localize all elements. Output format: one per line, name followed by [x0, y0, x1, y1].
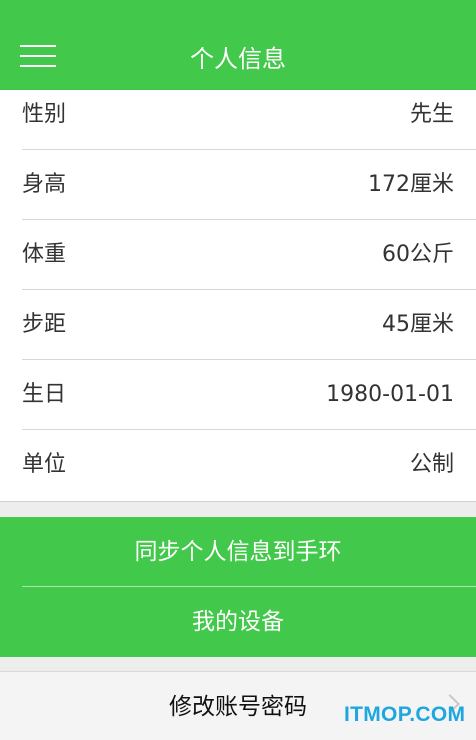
personal-info-list: 性别 先生 身高 172厘米 体重 60公斤 步距 45厘米 生日 1980-0…: [0, 90, 476, 501]
info-row-gender[interactable]: 性别 先生: [0, 90, 476, 150]
info-row-weight[interactable]: 体重 60公斤: [0, 220, 476, 290]
info-row-unit[interactable]: 单位 公制: [0, 430, 476, 500]
page-title: 个人信息: [190, 45, 286, 73]
info-row-value: 1980-01-01: [326, 382, 454, 407]
info-row-label: 身高: [22, 172, 67, 197]
info-row-label: 步距: [22, 312, 67, 337]
info-row-value: 公制: [409, 452, 454, 477]
info-row-label: 体重: [22, 242, 67, 267]
list-bottom-divider: [0, 501, 476, 502]
action-buttons-group: 同步个人信息到手环 我的设备: [0, 517, 476, 657]
sync-to-band-button[interactable]: 同步个人信息到手环: [0, 517, 476, 587]
info-row-value: 45厘米: [382, 312, 454, 337]
info-row-value: 172厘米: [368, 172, 454, 197]
info-row-stride[interactable]: 步距 45厘米: [0, 290, 476, 360]
info-row-value: 60公斤: [382, 242, 454, 267]
info-row-height[interactable]: 身高 172厘米: [0, 150, 476, 220]
info-row-birthday[interactable]: 生日 1980-01-01: [0, 360, 476, 430]
info-row-label: 单位: [22, 452, 67, 477]
watermark-text: ITMOP.COM: [344, 703, 466, 726]
my-devices-button[interactable]: 我的设备: [0, 587, 476, 657]
top-header: 个人信息: [0, 0, 476, 90]
info-row-label: 生日: [22, 382, 67, 407]
info-row-label: 性别: [22, 102, 67, 127]
info-row-value: 先生: [409, 102, 454, 127]
